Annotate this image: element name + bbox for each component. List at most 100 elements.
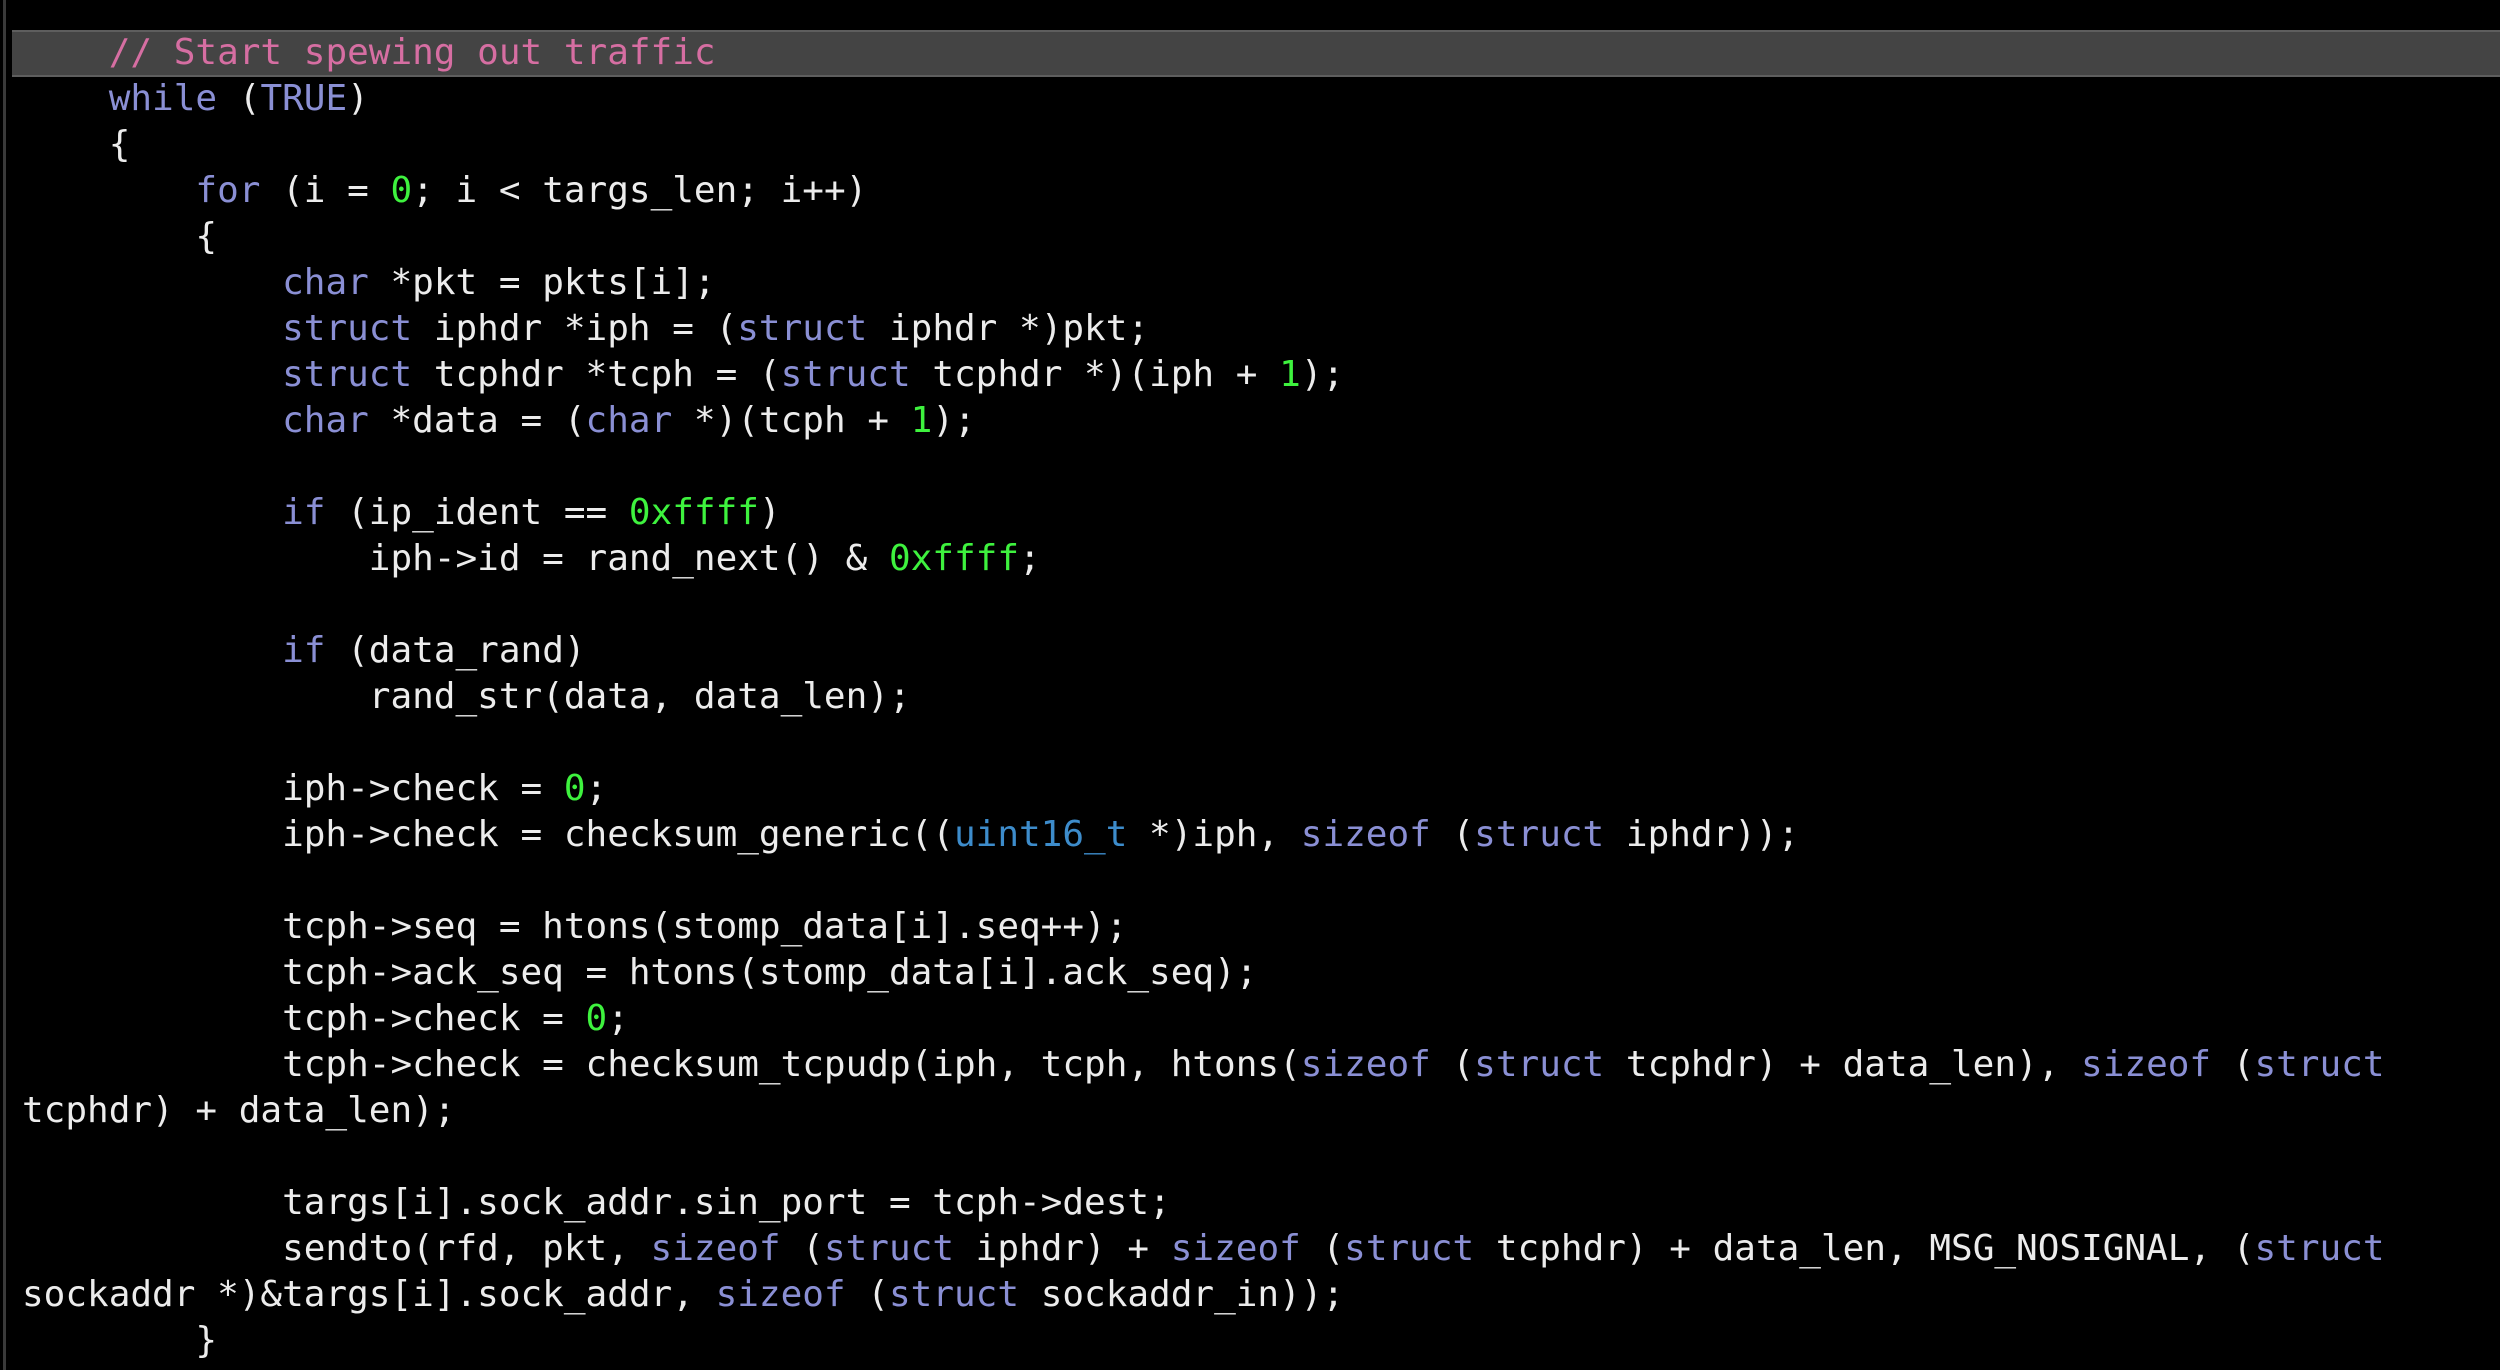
code-line[interactable]: sendto(rfd, pkt, sizeof (struct iphdr) +…: [22, 1226, 2385, 1272]
code-line[interactable]: // Start spewing out traffic: [22, 30, 2385, 76]
code-text: tcph->check = checksum_tcpudp(iph, tcph,…: [22, 1044, 1301, 1085]
keyword-token: char: [282, 400, 369, 441]
keyword-token: struct: [282, 354, 413, 395]
code-text: ; i < targs_len; i++): [412, 170, 868, 211]
code-line[interactable]: if (data_rand): [22, 628, 2385, 674]
code-text: targs[i].sock_addr.sin_port = tcph->dest…: [22, 1182, 1171, 1223]
code-text: iph->id = rand_next() &: [22, 538, 889, 579]
code-text: (data_rand): [325, 630, 586, 671]
code-text: ;: [1019, 538, 1041, 579]
code-text: iphdr) +: [954, 1228, 1171, 1269]
code-text: tcphdr *)(iph +: [910, 354, 1280, 395]
code-line[interactable]: [22, 444, 2385, 490]
type-token: uint16_t: [953, 814, 1128, 855]
code-text: rand_str(data, data_len);: [22, 676, 911, 717]
code-text: tcphdr) + data_len);: [22, 1090, 456, 1131]
code-text: tcph->check =: [22, 998, 586, 1039]
keyword-token: sizeof: [2081, 1044, 2212, 1085]
code-line[interactable]: tcph->seq = htons(stomp_data[i].seq++);: [22, 904, 2385, 950]
code-line[interactable]: [22, 720, 2385, 766]
code-line[interactable]: [22, 1134, 2385, 1180]
code-text: tcphdr) + data_len),: [1604, 1044, 2082, 1085]
code-line[interactable]: {: [22, 122, 2385, 168]
code-text: ): [758, 492, 781, 533]
keyword-token: TRUE: [260, 78, 348, 119]
code-text: *pkt = pkts[i];: [368, 262, 716, 303]
code-line[interactable]: iph->check = 0;: [22, 766, 2385, 812]
code-line[interactable]: char *data = (char *)(tcph + 1);: [22, 398, 2385, 444]
code-line[interactable]: iph->id = rand_next() & 0xffff;: [22, 536, 2385, 582]
keyword-token: struct: [2254, 1228, 2385, 1269]
code-line[interactable]: sockaddr *)&targs[i].sock_addr, sizeof (…: [22, 1272, 2385, 1318]
code-line[interactable]: struct iphdr *iph = (struct iphdr *)pkt;: [22, 306, 2385, 352]
keyword-token: struct: [823, 1228, 954, 1269]
comment-token: // Start spewing out traffic: [108, 32, 716, 73]
keyword-token: sizeof: [1300, 1044, 1431, 1085]
number-token: 1: [1279, 354, 1301, 395]
code-text: (: [217, 78, 261, 119]
code-line[interactable]: char *pkt = pkts[i];: [22, 260, 2385, 306]
code-text: iphdr *iph = (: [412, 308, 738, 349]
code-text: (i =: [260, 170, 391, 211]
code-line[interactable]: targs[i].sock_addr.sin_port = tcph->dest…: [22, 1180, 2385, 1226]
number-token: 0: [563, 768, 586, 809]
keyword-token: char: [282, 262, 369, 303]
code-line[interactable]: while (TRUE): [22, 76, 2385, 122]
code-text: iphdr));: [1604, 814, 1800, 855]
number-token: 0xffff: [628, 492, 759, 533]
code-text: *data = (: [368, 400, 586, 441]
number-token: 0: [390, 170, 413, 211]
keyword-token: for: [195, 170, 261, 211]
code-text: (ip_ident ==: [325, 492, 629, 533]
code-line[interactable]: if (ip_ident == 0xffff): [22, 490, 2385, 536]
code-line[interactable]: tcphdr) + data_len);: [22, 1088, 2385, 1134]
code-line[interactable]: tcph->check = 0;: [22, 996, 2385, 1042]
code-line[interactable]: tcph->check = checksum_tcpudp(iph, tcph,…: [22, 1042, 2385, 1088]
code-line[interactable]: [22, 582, 2385, 628]
code-text: iph->check = checksum_generic((: [22, 814, 954, 855]
code-text: (: [780, 1228, 824, 1269]
keyword-token: struct: [1474, 1044, 1605, 1085]
code-line[interactable]: for (i = 0; i < targs_len; i++): [22, 168, 2385, 214]
code-text: sendto(rfd, pkt,: [22, 1228, 651, 1269]
keyword-token: char: [585, 400, 673, 441]
code-line[interactable]: struct tcphdr *tcph = (struct tcphdr *)(…: [22, 352, 2385, 398]
code-text: );: [1300, 354, 1345, 395]
code-line[interactable]: tcph->ack_seq = htons(stomp_data[i].ack_…: [22, 950, 2385, 996]
code-text: }: [22, 1320, 218, 1361]
code-text: iph->check =: [22, 768, 564, 809]
code-line[interactable]: rand_str(data, data_len);: [22, 674, 2385, 720]
keyword-token: sizeof: [1170, 1228, 1301, 1269]
code-line[interactable]: iph->check = checksum_generic((uint16_t …: [22, 812, 2385, 858]
code-line[interactable]: }: [22, 1318, 2385, 1364]
keyword-token: if: [282, 492, 326, 533]
code-text: );: [932, 400, 976, 441]
number-token: 0: [585, 998, 608, 1039]
keyword-token: struct: [1344, 1228, 1475, 1269]
code-editor[interactable]: // Start spewing out traffic while (TRUE…: [22, 30, 2385, 1364]
keyword-token: if: [282, 630, 326, 671]
number-token: 1: [910, 400, 933, 441]
code-text: {: [22, 216, 218, 257]
code-text: tcphdr *tcph = (: [412, 354, 781, 395]
code-text: ): [347, 78, 369, 119]
code-line[interactable]: {: [22, 214, 2385, 260]
keyword-token: sizeof: [1300, 814, 1431, 855]
code-line[interactable]: [22, 858, 2385, 904]
code-text: *)(tcph +: [672, 400, 911, 441]
code-text: ;: [607, 998, 629, 1039]
code-text: (: [2211, 1044, 2255, 1085]
code-text: sockaddr *)&targs[i].sock_addr,: [22, 1274, 716, 1315]
code-text: (: [845, 1274, 889, 1315]
keyword-token: struct: [1474, 814, 1605, 855]
number-token: 0xffff: [888, 538, 1019, 579]
